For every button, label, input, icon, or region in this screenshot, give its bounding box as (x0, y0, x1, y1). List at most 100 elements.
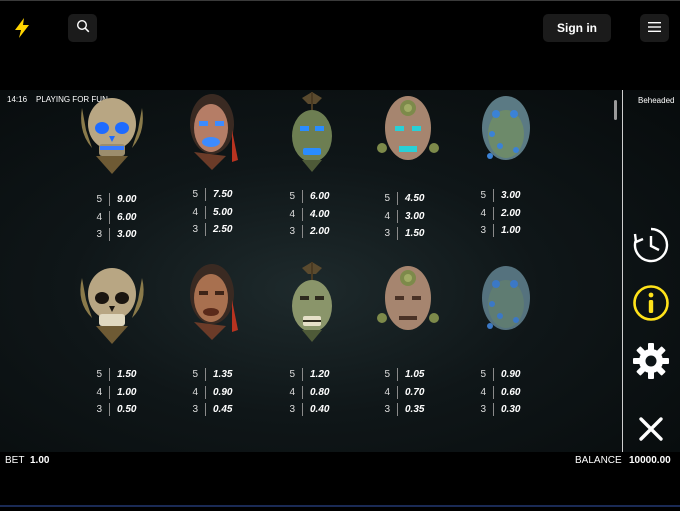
sign-in-button[interactable]: Sign in (543, 14, 611, 42)
bet-label: BET (5, 455, 25, 466)
menu-button[interactable] (640, 14, 669, 42)
scrollbar-thumb[interactable] (614, 100, 617, 120)
match-count: 4 (480, 386, 486, 398)
payout-value: 6.00 (310, 191, 330, 203)
payout-value: 4.50 (405, 193, 425, 205)
payout-value: 1.50 (405, 228, 425, 240)
payout-value: 1.05 (405, 369, 425, 381)
paytable-entry: 5 7.50 4 5.00 3 2.50 (184, 186, 232, 239)
payout-value: 0.45 (213, 404, 233, 416)
payout-value: 0.50 (117, 404, 137, 416)
shrunken-head-icon (272, 260, 352, 348)
bald-head-icon (368, 90, 448, 178)
hamburger-menu-icon (648, 19, 661, 37)
payout-value: 0.30 (501, 404, 521, 416)
match-count: 4 (384, 386, 390, 398)
match-count: 3 (289, 404, 295, 416)
payout-value: 2.00 (310, 226, 330, 238)
paytable-entry: 5 9.00 4 6.00 3 3.00 (88, 191, 136, 244)
payout-value: 3.00 (501, 190, 521, 202)
tribal-head-icon (172, 260, 252, 348)
history-clock-icon[interactable] (632, 226, 670, 264)
paytable-entry: 5 0.90 4 0.60 3 0.30 (472, 366, 520, 419)
match-count: 5 (96, 369, 102, 381)
info-icon[interactable] (632, 284, 670, 322)
payout-value: 0.90 (501, 369, 521, 381)
payout-value: 1.00 (501, 225, 521, 237)
paytable-entry: 5 1.20 4 0.80 3 0.40 (281, 366, 329, 419)
match-count: 5 (289, 369, 295, 381)
match-count: 4 (96, 211, 102, 223)
close-icon[interactable] (632, 410, 670, 448)
match-count: 5 (480, 369, 486, 381)
payout-value: 5.00 (213, 206, 233, 218)
settings-gear-icon[interactable] (632, 342, 670, 380)
bet-balance-bar: BET 1.00 BALANCE 10000.00 (0, 452, 680, 470)
payout-value: 7.50 (213, 189, 233, 201)
payout-value: 6.00 (117, 211, 137, 223)
payout-value: 9.00 (117, 194, 137, 206)
shrunken-head-icon (272, 90, 352, 178)
tribal-head-icon (172, 90, 252, 178)
payout-value: 0.80 (310, 386, 330, 398)
paytable-entry: 5 1.35 4 0.90 3 0.45 (184, 366, 232, 419)
side-divider (622, 90, 623, 452)
balance-value: 10000.00 (629, 455, 671, 466)
search-icon (76, 19, 90, 38)
match-count: 4 (289, 208, 295, 220)
match-count: 5 (192, 369, 198, 381)
match-count: 4 (384, 210, 390, 222)
payout-value: 4.00 (310, 208, 330, 220)
payout-value: 1.50 (117, 369, 137, 381)
clock-text: 14:16 (7, 95, 28, 104)
match-count: 5 (384, 369, 390, 381)
footer-divider (0, 505, 680, 507)
match-count: 5 (192, 189, 198, 201)
payout-value: 3.00 (405, 210, 425, 222)
match-count: 3 (96, 229, 102, 241)
game-paytable-area: 14:16 PLAYING FOR FUN Beheaded 5 9.00 4 … (0, 90, 680, 452)
payout-value: 1.20 (310, 369, 330, 381)
bald-head-icon (368, 260, 448, 348)
match-count: 4 (96, 386, 102, 398)
payout-value: 1.00 (117, 386, 137, 398)
game-title: Beheaded (638, 96, 675, 105)
zombie-head-icon (466, 260, 546, 348)
zombie-head-icon (466, 90, 546, 178)
payout-value: 2.50 (213, 224, 233, 236)
payout-value: 0.60 (501, 386, 521, 398)
match-count: 4 (289, 386, 295, 398)
match-count: 5 (480, 190, 486, 202)
match-count: 5 (289, 191, 295, 203)
skull-icon (72, 90, 152, 178)
match-count: 5 (96, 194, 102, 206)
match-count: 5 (384, 193, 390, 205)
balance-label: BALANCE (575, 455, 622, 466)
skull-icon (72, 260, 152, 348)
match-count: 3 (384, 404, 390, 416)
match-count: 3 (289, 226, 295, 238)
match-count: 4 (480, 207, 486, 219)
payout-value: 0.40 (310, 404, 330, 416)
payout-value: 1.35 (213, 369, 233, 381)
match-count: 4 (192, 206, 198, 218)
paytable-entry: 5 4.50 4 3.00 3 1.50 (376, 190, 424, 243)
lightning-bolt-icon[interactable] (12, 17, 32, 39)
paytable-entry: 5 1.05 4 0.70 3 0.35 (376, 366, 424, 419)
match-count: 3 (480, 225, 486, 237)
search-button[interactable] (68, 14, 97, 42)
match-count: 3 (192, 404, 198, 416)
paytable-entry: 5 3.00 4 2.00 3 1.00 (472, 187, 520, 240)
match-count: 3 (96, 404, 102, 416)
payout-value: 0.90 (213, 386, 233, 398)
payout-value: 2.00 (501, 207, 521, 219)
match-count: 4 (192, 386, 198, 398)
match-count: 3 (384, 228, 390, 240)
payout-value: 0.70 (405, 386, 425, 398)
paytable-entry: 5 6.00 4 4.00 3 2.00 (281, 188, 329, 241)
paytable-entry: 5 1.50 4 1.00 3 0.50 (88, 366, 136, 419)
top-nav-bar: Sign in (0, 0, 680, 52)
bet-value: 1.00 (30, 455, 50, 466)
payout-value: 3.00 (117, 229, 137, 241)
match-count: 3 (192, 224, 198, 236)
